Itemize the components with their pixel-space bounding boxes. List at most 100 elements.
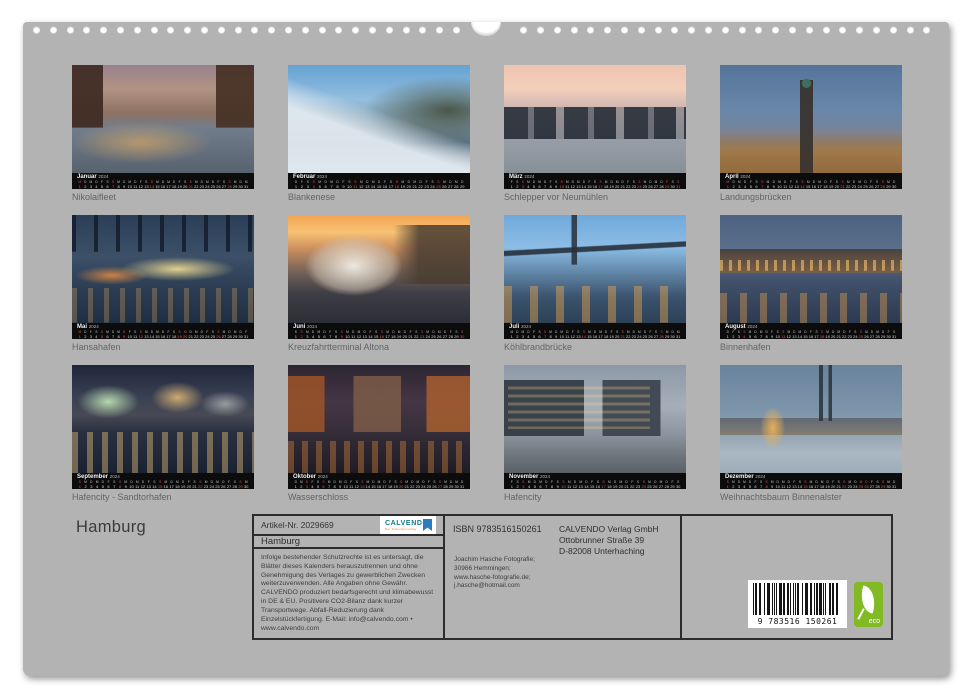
binding-hole	[554, 26, 561, 33]
eco-label-text: eco	[869, 618, 880, 625]
month-cell: September 2024 S1M2D3M4D5F6S7S8M9D10M11D…	[72, 365, 254, 503]
binding-hole	[33, 26, 40, 33]
binding-hole	[907, 26, 914, 33]
day-row: D1F2S3S4M5D6M7D8F9S10S11M12D13M14D15F16S…	[293, 181, 465, 189]
binding-hole	[100, 26, 107, 33]
barcode-bars	[753, 583, 842, 615]
binding-hole	[571, 26, 578, 33]
month-cell: März 2024 F1S2S3M4D5M6D7F8S9S10M11D12M13…	[504, 65, 686, 203]
month-photo	[72, 65, 254, 173]
binding-hole	[638, 26, 645, 33]
day-cell: M30	[243, 481, 249, 489]
day-row: S1M2D3M4D5F6S7S8M9D10M11D12F13S14S15M16D…	[77, 481, 249, 489]
day-row: S1S2M3D4M5D6F7S8S9M10D11M12D13F14S15S16M…	[293, 331, 465, 339]
month-photo	[288, 365, 470, 473]
binding-hole	[839, 26, 846, 33]
binding-hole	[50, 26, 57, 33]
month-caption: Blankenese	[288, 192, 470, 203]
month-cell: November 2024 F1S2S3M4D5M6D7F8S9S10M11D1…	[504, 365, 686, 503]
binding-hole	[923, 26, 930, 33]
month-year: 2024	[307, 324, 317, 329]
day-cell: S31	[891, 331, 897, 339]
month-photo	[720, 365, 902, 473]
month-year: 2024	[110, 474, 120, 479]
calendar-strip: Mai 2024 M1D2F3S4S5M6D7M8D9F10S11S12M13D…	[72, 323, 254, 339]
binding-hole	[285, 26, 292, 33]
day-cell: S30	[675, 481, 681, 489]
month-year: 2024	[318, 474, 328, 479]
binding-hole	[655, 26, 662, 33]
month-cell: Dezember 2024 S1M2D3M4D5F6S7S8M9D10M11D1…	[720, 365, 902, 503]
binding-hole	[772, 26, 779, 33]
binding-hole	[621, 26, 628, 33]
month-photo	[288, 215, 470, 323]
binding-hole	[789, 26, 796, 33]
month-photo	[72, 215, 254, 323]
day-cell: M31	[243, 181, 249, 189]
binding-hole	[134, 26, 141, 33]
month-caption: Nikolaifleet	[72, 192, 254, 203]
month-year: 2024	[740, 174, 750, 179]
month-caption: Binnenhafen	[720, 342, 902, 353]
article-number-row: Artikel-Nr. 2029669 CALVENDO Der Kalende…	[254, 516, 443, 536]
month-year: 2024	[98, 174, 108, 179]
binding-hole	[268, 26, 275, 33]
binding-hole	[319, 26, 326, 33]
day-row: M1D2M3D4F5S6S7M8D9M10D11F12S13S14M15D16M…	[725, 181, 897, 189]
binding-hole	[739, 26, 746, 33]
binding-hole	[856, 26, 863, 33]
day-cell: M31	[675, 331, 681, 339]
month-caption: Kreuzfahrtterminal Altona	[288, 342, 470, 353]
binding-hole	[386, 26, 393, 33]
photographer-line: Joachim Hasche Fotografie;	[454, 556, 535, 565]
day-cell: F31	[243, 331, 249, 339]
binding-hole	[167, 26, 174, 33]
day-cell: D31	[891, 481, 897, 489]
binding-hole	[688, 26, 695, 33]
binding-hole	[302, 26, 309, 33]
binding-hole	[755, 26, 762, 33]
binding-hole	[151, 26, 158, 33]
binding-hole	[235, 26, 242, 33]
hanger-notch	[471, 22, 501, 36]
day-row: M1D2M3D4F5S6S7M8D9M10D11F12S13S14M15D16M…	[77, 181, 249, 189]
publisher-line: Ottobrunner Straße 39	[559, 535, 659, 546]
month-cell: Juli 2024 M1D2M3D4F5S6S7M8D9M10D11F12S13…	[504, 215, 686, 353]
calendar-sheet: Januar 2024 M1D2M3D4F5S6S7M8D9M10D11F12S…	[23, 22, 949, 676]
month-caption: Hafencity	[504, 492, 686, 503]
calendar-strip: Juni 2024 S1S2M3D4M5D6F7S8S9M10D11M12D13…	[288, 323, 470, 339]
calendar-strip: August 2024 D1F2S3S4M5D6M7D8F9S10S11M12D…	[720, 323, 902, 339]
day-cell: D29	[459, 181, 465, 189]
month-caption: Hafencity - Sandtorhafen	[72, 492, 254, 503]
binding-hole	[403, 26, 410, 33]
month-photo	[504, 365, 686, 473]
binding-hole	[823, 26, 830, 33]
publisher-address: CALVENDO Verlag GmbH Ottobrunner Straße …	[559, 524, 659, 557]
month-cell: Februar 2024 D1F2S3S4M5D6M7D8F9S10S11M12…	[288, 65, 470, 203]
calendar-strip: November 2024 F1S2S3M4D5M6D7F8S9S10M11D1…	[504, 473, 686, 489]
month-caption: Wasserschloss	[288, 492, 470, 503]
month-photo	[504, 215, 686, 323]
month-photo	[504, 65, 686, 173]
binding-hole	[436, 26, 443, 33]
day-row: F1S2S3M4D5M6D7F8S9S10M11D12M13D14F15S16S…	[509, 181, 681, 189]
legal-text: Infolge bestehender Schutzrechte ist es …	[254, 549, 443, 638]
day-row: M1D2F3S4S5M6D7M8D9F10S11S12M13D14M15D16F…	[77, 331, 249, 339]
month-year: 2024	[317, 174, 327, 179]
info-left-column: Artikel-Nr. 2029669 CALVENDO Der Kalende…	[254, 516, 445, 638]
month-cell: Mai 2024 M1D2F3S4S5M6D7M8D9F10S11S12M13D…	[72, 215, 254, 353]
ean-barcode: 9 783516 150261	[748, 580, 847, 628]
calendar-title-row: Hamburg	[254, 536, 443, 549]
month-photo	[72, 365, 254, 473]
day-row: F1S2S3M4D5M6D7F8S9S10M11D12M13D14F15S16S…	[509, 481, 681, 489]
binding-hole	[604, 26, 611, 33]
month-year: 2024	[89, 324, 99, 329]
binding-hole	[83, 26, 90, 33]
barcode-digits: 9 783516 150261	[753, 617, 842, 626]
binding-hole	[352, 26, 359, 33]
binding-hole	[705, 26, 712, 33]
day-cell: S30	[459, 331, 465, 339]
binding-hole	[335, 26, 342, 33]
binding-hole	[251, 26, 258, 33]
month-caption: Schlepper vor Neumühlen	[504, 192, 686, 203]
